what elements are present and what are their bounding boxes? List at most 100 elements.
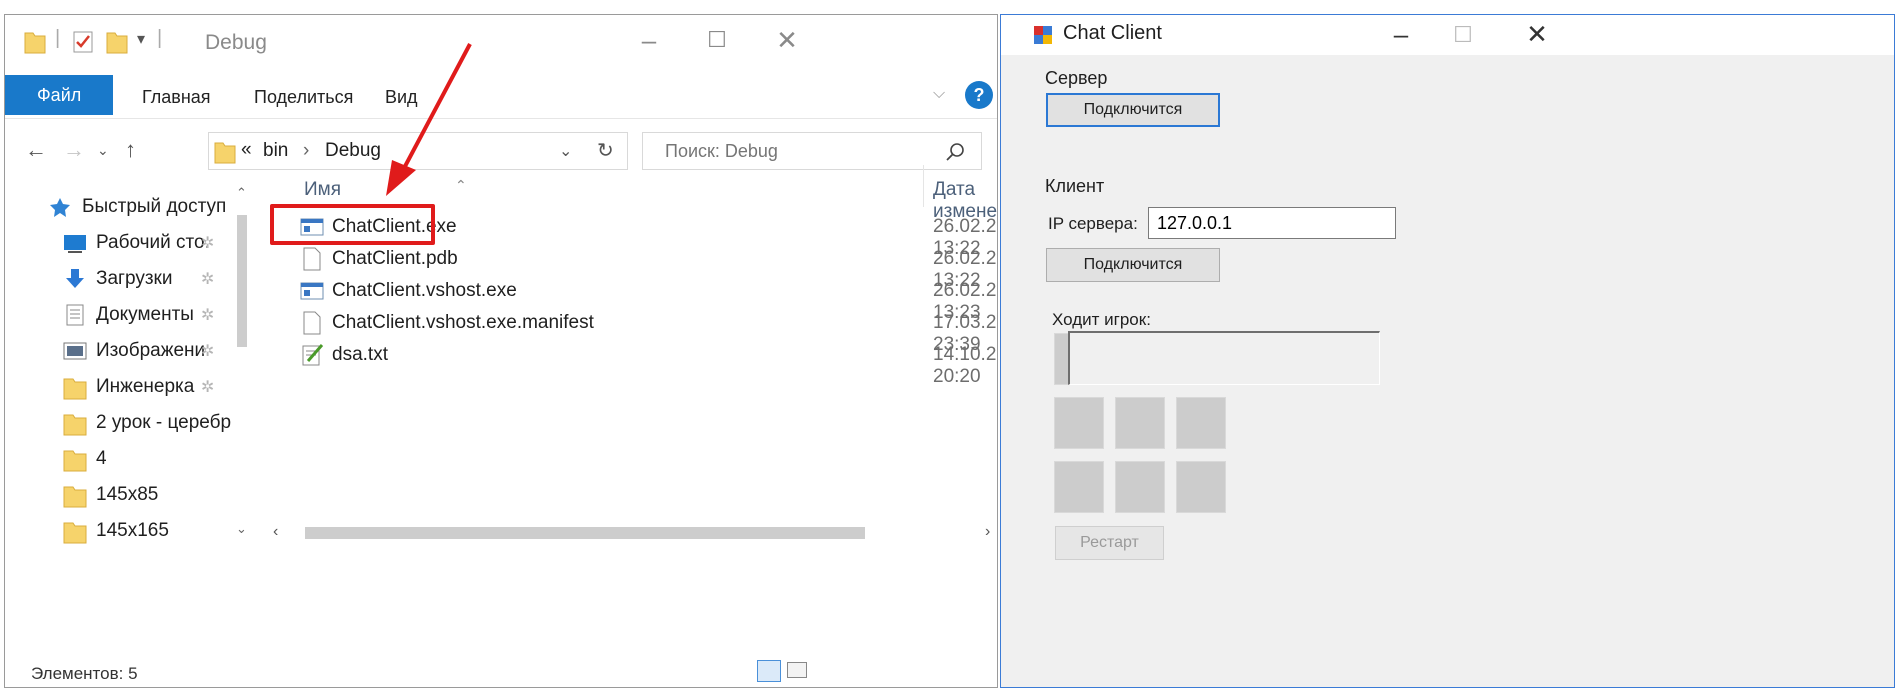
breadcrumb-debug[interactable]: Debug: [325, 140, 381, 162]
tab-view[interactable]: Вид: [385, 87, 418, 108]
customize-toolbar-icon[interactable]: ▾: [137, 29, 145, 49]
up-arrow-icon[interactable]: ↑: [125, 137, 136, 163]
file-name: ChatClient.vshost.exe.manifest: [332, 312, 594, 333]
minimize-button[interactable]: –: [1381, 19, 1421, 50]
folder-icon: [63, 412, 87, 436]
board-cell-5[interactable]: [1115, 397, 1165, 449]
pin-icon[interactable]: ✲: [201, 341, 214, 361]
nav-item-downloads[interactable]: Загрузки: [63, 261, 172, 297]
restart-button[interactable]: Рестарт: [1055, 526, 1164, 560]
maximize-button[interactable]: ☐: [1443, 22, 1483, 48]
tab-share[interactable]: Поделиться: [254, 87, 353, 108]
folder-icon: [63, 448, 87, 472]
back-arrow-icon[interactable]: ←: [25, 137, 47, 163]
search-box: [642, 132, 982, 170]
app-icon: [1034, 26, 1052, 44]
folder-icon: [63, 520, 87, 544]
details-view-icon[interactable]: [757, 660, 781, 682]
nav-item-documents[interactable]: Документы: [63, 297, 194, 333]
ip-input[interactable]: [1148, 207, 1396, 239]
board-cell-9[interactable]: [1176, 461, 1226, 513]
board-cell-6[interactable]: [1176, 397, 1226, 449]
close-button[interactable]: ✕: [1517, 19, 1557, 50]
file-name: ChatClient.pdb: [332, 248, 458, 269]
item-count: Элементов: 5: [31, 664, 138, 683]
pin-icon[interactable]: ✲: [201, 269, 214, 289]
file-name: dsa.txt: [332, 344, 388, 365]
scroll-right-icon[interactable]: ›: [985, 523, 990, 541]
file-explorer-window: | ▾ | Debug – ☐ ✕ Файл Главная Поделитьс…: [4, 14, 998, 688]
nav-item-folder-4[interactable]: 4: [63, 441, 107, 477]
sort-ascending-icon: ⌃: [455, 177, 467, 193]
file-list: ⌃ Имя Дата изменения ChatClient.exe 26.0…: [270, 165, 997, 658]
pin-icon[interactable]: ✲: [201, 233, 214, 253]
nav-item-quick-access[interactable]: Быстрый доступ: [49, 189, 226, 225]
forward-arrow-icon[interactable]: →: [63, 137, 85, 163]
refresh-icon[interactable]: ↻: [597, 138, 614, 163]
search-icon[interactable]: [945, 142, 965, 162]
large-icons-view-icon[interactable]: [787, 662, 807, 678]
explorer-title-bar[interactable]: | ▾ | Debug – ☐ ✕: [5, 15, 997, 69]
scroll-down-icon[interactable]: ⌄: [236, 521, 247, 537]
window-title: Chat Client: [1063, 22, 1162, 44]
tab-home[interactable]: Главная: [142, 87, 211, 108]
file-row-chatclient-pdb[interactable]: ChatClient.pdb 26.02.2017 13:22: [270, 243, 997, 291]
file-row-vshost-exe[interactable]: ChatClient.vshost.exe 26.02.2017 13:23: [270, 275, 997, 323]
divider: |: [55, 27, 61, 49]
highlight-box: [270, 204, 435, 245]
documents-icon: [63, 304, 87, 326]
pin-icon[interactable]: ✲: [201, 377, 214, 397]
nav-item-folder-145x85[interactable]: 145x85: [63, 477, 158, 513]
expand-ribbon-icon[interactable]: ⌵: [933, 85, 945, 103]
server-connect-button[interactable]: Подключится: [1046, 93, 1220, 127]
address-row: ← → ⌄ ↑ « bin › Debug ⌄ ↻: [5, 127, 997, 177]
tab-file[interactable]: Файл: [5, 75, 113, 115]
board-cell-4[interactable]: [1054, 397, 1104, 449]
address-bar[interactable]: « bin › Debug ⌄ ↻: [208, 132, 628, 170]
file-name: ChatClient.vshost.exe: [332, 280, 517, 301]
new-folder-icon[interactable]: [105, 29, 129, 55]
scroll-left-icon[interactable]: ‹: [273, 523, 278, 541]
board-cell-7[interactable]: [1054, 461, 1104, 513]
ribbon-tabs: Файл Главная Поделиться Вид ⌵ ?: [5, 75, 997, 119]
scroll-up-icon[interactable]: ⌃: [236, 185, 247, 201]
ip-label: IP сервера:: [1048, 214, 1138, 233]
chevron-right-icon[interactable]: ›: [303, 140, 309, 162]
board-cell-8[interactable]: [1115, 461, 1165, 513]
maximize-button[interactable]: ☐: [697, 27, 737, 53]
horizontal-scrollbar[interactable]: ‹ ›: [273, 523, 997, 543]
chat-title-bar[interactable]: Chat Client – ☐ ✕: [1001, 15, 1894, 55]
nav-item-folder-lesson2[interactable]: 2 урок - церебр: [63, 405, 231, 441]
desktop-icon: [63, 232, 87, 254]
pin-icon[interactable]: ✲: [201, 305, 214, 325]
nav-item-desktop[interactable]: Рабочий сто.: [63, 225, 210, 261]
nav-item-pictures[interactable]: Изображени: [63, 333, 205, 369]
close-button[interactable]: ✕: [767, 25, 807, 56]
file-date: 14.10.2007 20:20: [933, 344, 997, 387]
breadcrumb-bin[interactable]: bin: [263, 140, 288, 162]
address-overflow[interactable]: «: [241, 139, 252, 161]
file-icon: [303, 247, 321, 271]
minimize-button[interactable]: –: [629, 25, 669, 56]
file-icon: [303, 311, 321, 335]
navigation-pane: Быстрый доступ Рабочий сто. Загрузки Док…: [5, 183, 270, 658]
scrollbar-thumb[interactable]: [305, 527, 865, 539]
properties-icon[interactable]: [71, 29, 95, 55]
recent-locations-icon[interactable]: ⌄: [97, 142, 109, 159]
column-divider[interactable]: [923, 165, 924, 207]
folder-icon: [214, 142, 236, 164]
search-input[interactable]: [663, 140, 923, 163]
pictures-icon: [63, 340, 87, 362]
help-icon[interactable]: ?: [965, 81, 993, 109]
client-connect-button[interactable]: Подключится: [1046, 248, 1220, 282]
nav-scrollbar[interactable]: ⌃ ⌄: [233, 183, 251, 658]
nav-item-folder-145x165[interactable]: 145x165: [63, 513, 169, 549]
file-row-vshost-manifest[interactable]: ChatClient.vshost.exe.manifest 17.03.201…: [270, 307, 997, 355]
folder-icon: [63, 484, 87, 508]
file-row-dsa-txt[interactable]: dsa.txt 14.10.2007 20:20: [270, 339, 997, 387]
nav-item-folder-ingenerka[interactable]: Инженерка: [63, 369, 194, 405]
window-title: Debug: [205, 31, 267, 54]
text-file-icon: [302, 344, 324, 366]
chevron-down-icon[interactable]: ⌄: [559, 141, 572, 161]
scrollbar-thumb[interactable]: [237, 215, 247, 347]
